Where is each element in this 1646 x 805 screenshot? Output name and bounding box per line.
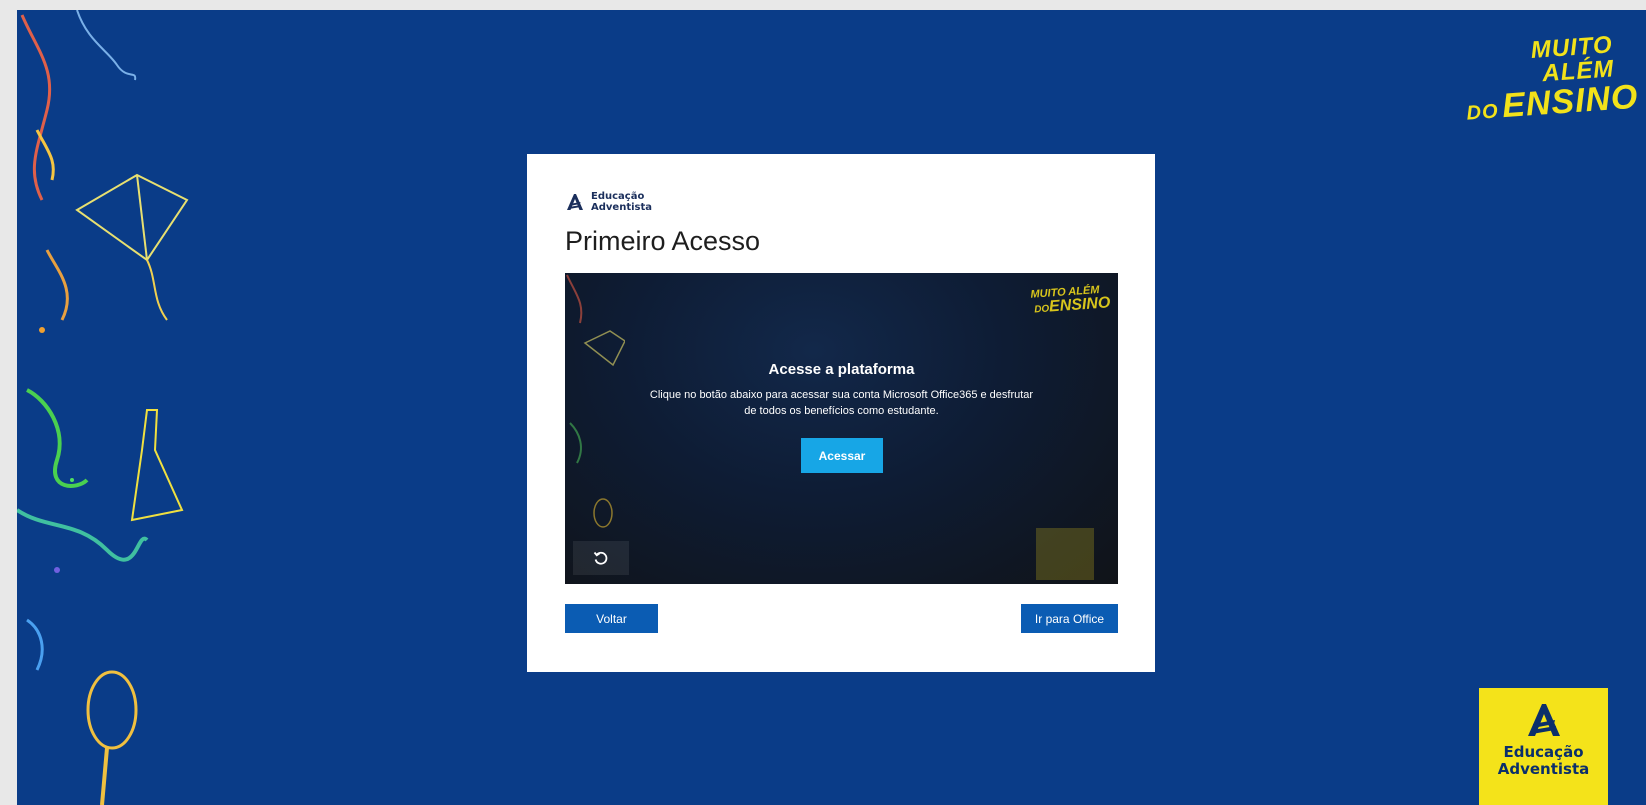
video-slogan: MUITO ALÉM DOENSINO xyxy=(1030,284,1111,316)
go-to-office-button[interactable]: Ir para Office xyxy=(1021,604,1118,633)
corner-logo-line1: Educação xyxy=(1503,743,1584,761)
brand-line2: Adventista xyxy=(591,202,653,213)
back-button[interactable]: Voltar xyxy=(565,604,658,633)
login-background: MUITO ALÉM DOENSINO Educação Adventista … xyxy=(17,10,1646,805)
adventista-logo-icon xyxy=(567,194,583,210)
corner-logo: Educação Adventista xyxy=(1479,688,1608,805)
slogan-line2-main: ENSINO xyxy=(1500,77,1640,126)
brand-line1: Educação xyxy=(591,191,645,202)
science-illustration-mini xyxy=(566,274,625,528)
brand-logo: Educação Adventista xyxy=(565,191,652,213)
video-description: Clique no botão abaixo para acessar sua … xyxy=(649,389,1034,417)
first-access-card: Educação Adventista Primeiro Acesso MUIT… xyxy=(527,154,1155,672)
video-slogan-line2-main: ENSINO xyxy=(1048,294,1111,316)
page-title: Primeiro Acesso xyxy=(565,226,761,256)
intro-video-panel: MUITO ALÉM DOENSINO Acesse a plataforma … xyxy=(565,273,1118,584)
slogan: MUITO ALÉM DOENSINO xyxy=(1454,31,1640,125)
slogan-line2-small: DO xyxy=(1465,100,1500,125)
video-heading: Acesse a plataforma xyxy=(768,361,915,378)
video-watermark-logo xyxy=(1036,528,1094,580)
corner-logo-line2: Adventista xyxy=(1497,760,1590,778)
access-button[interactable]: Acessar xyxy=(801,438,883,473)
adventista-logo-icon xyxy=(1527,704,1560,736)
video-slogan-line2-small: DO xyxy=(1033,303,1050,316)
science-illustration xyxy=(17,10,189,805)
reload-icon xyxy=(593,551,608,565)
replay-button[interactable] xyxy=(573,541,629,575)
